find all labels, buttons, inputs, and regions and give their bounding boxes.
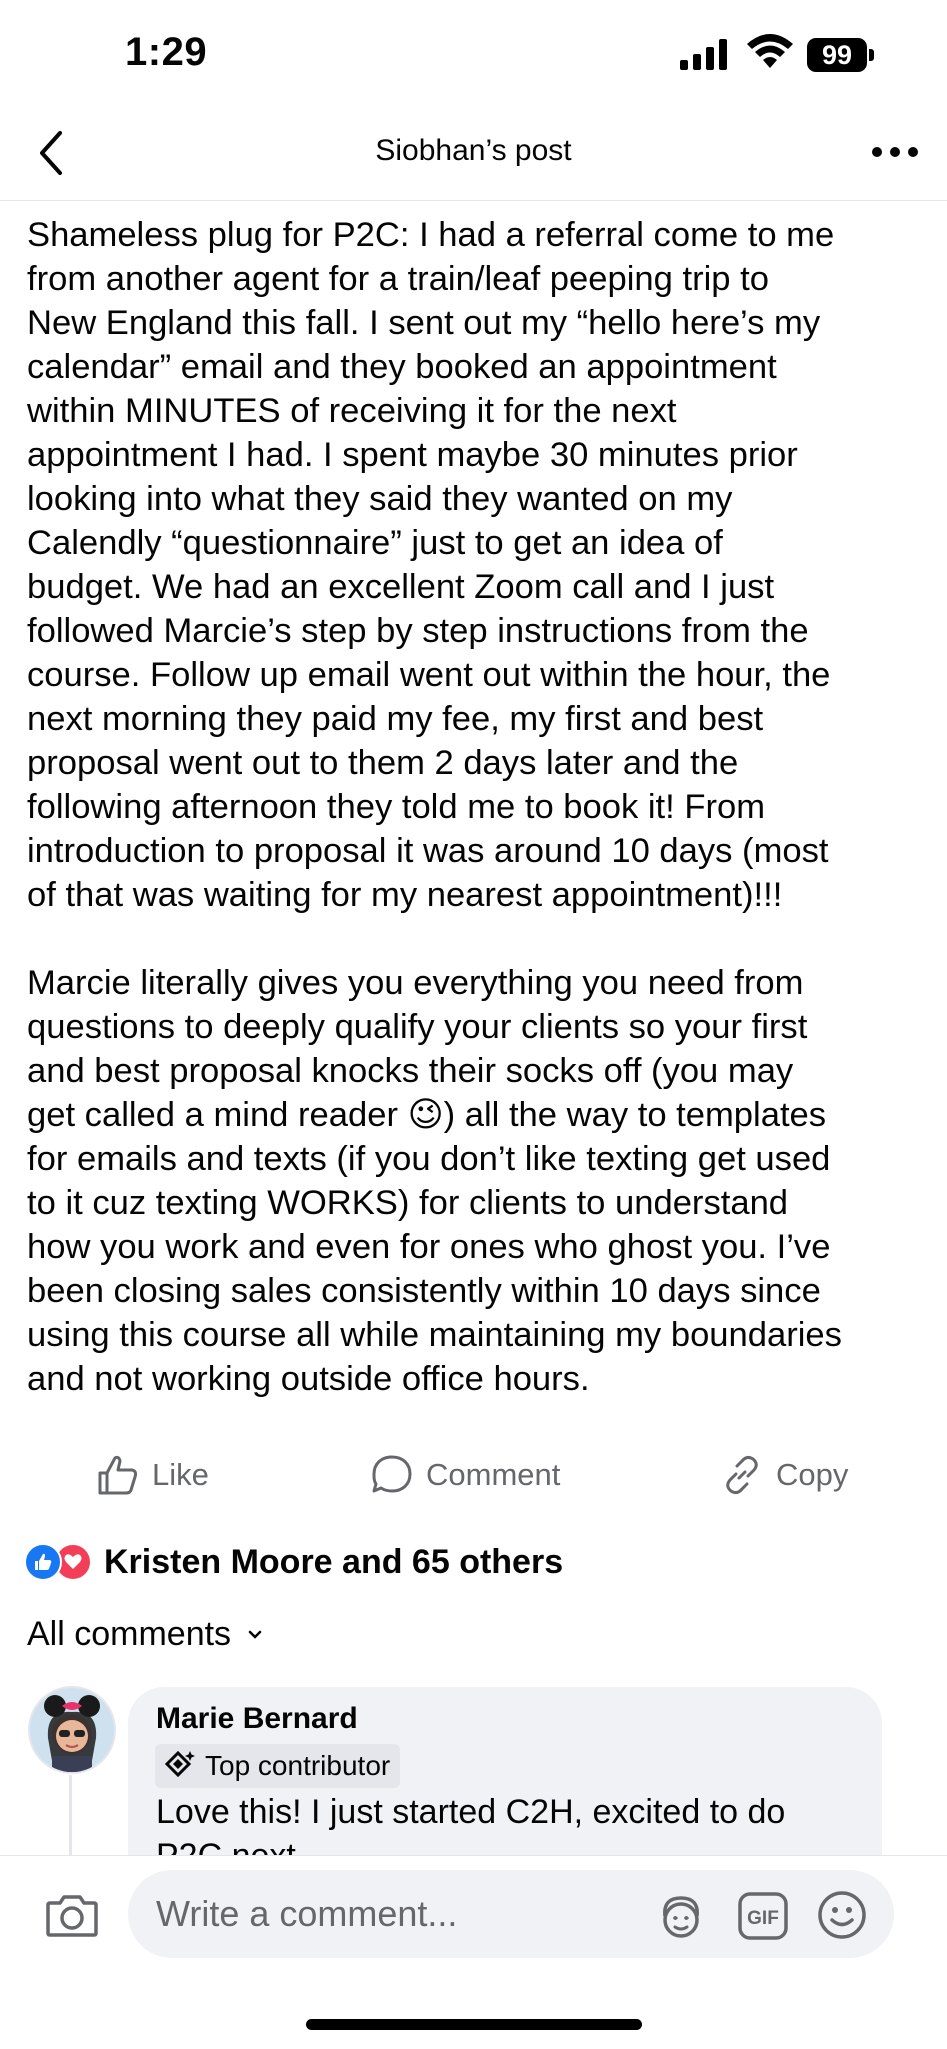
top-contributor-icon <box>164 1750 195 1778</box>
copy-label: Copy <box>776 1457 849 1492</box>
cellular-signal-icon <box>680 39 727 70</box>
avatar-sticker-icon[interactable] <box>655 1890 707 1942</box>
gif-icon[interactable]: GIF <box>737 1891 789 1941</box>
camera-icon[interactable] <box>44 1887 100 1943</box>
comments-filter-label: All comments <box>27 1615 232 1653</box>
svg-text:GIF: GIF <box>747 1908 779 1929</box>
wifi-icon <box>747 34 793 68</box>
copy-link-icon <box>726 1455 758 1495</box>
comments-filter-dropdown[interactable]: All comments <box>27 1615 263 1654</box>
comment-label: Comment <box>426 1457 561 1492</box>
like-reaction-icon <box>24 1543 62 1581</box>
more-icon[interactable] <box>870 138 920 166</box>
chevron-down-icon <box>248 1630 262 1639</box>
reactions-summary[interactable]: Kristen Moore and 65 others <box>24 1542 563 1582</box>
battery-nub <box>869 49 874 61</box>
like-icon <box>98 1455 138 1495</box>
battery-indicator: 99 <box>805 38 877 72</box>
battery-percent: 99 <box>807 38 867 72</box>
home-indicator <box>306 2019 642 2030</box>
top-contributor-badge[interactable]: Top contributor <box>155 1744 401 1788</box>
avatar[interactable] <box>28 1686 116 1774</box>
like-label: Like <box>152 1457 209 1492</box>
copy-link-button[interactable]: Copy <box>720 1450 848 1500</box>
page-title: Siobhan’s post <box>375 134 572 167</box>
emoji-icon[interactable] <box>816 1889 868 1941</box>
status-time: 1:29 <box>125 30 208 74</box>
header-divider <box>0 200 947 201</box>
comment-icon <box>372 1455 412 1493</box>
post-body-text: Shameless plug for P2C: I had a referral… <box>27 216 842 1398</box>
top-contributor-label: Top contributor <box>205 1750 391 1781</box>
like-button[interactable]: Like <box>96 1450 209 1500</box>
comment-button[interactable]: Comment <box>370 1450 560 1500</box>
comment-author[interactable]: Marie Bernard <box>156 1702 358 1736</box>
reactions-count-text: Kristen Moore and 65 others <box>104 1542 564 1581</box>
thread-line <box>69 1775 72 1855</box>
